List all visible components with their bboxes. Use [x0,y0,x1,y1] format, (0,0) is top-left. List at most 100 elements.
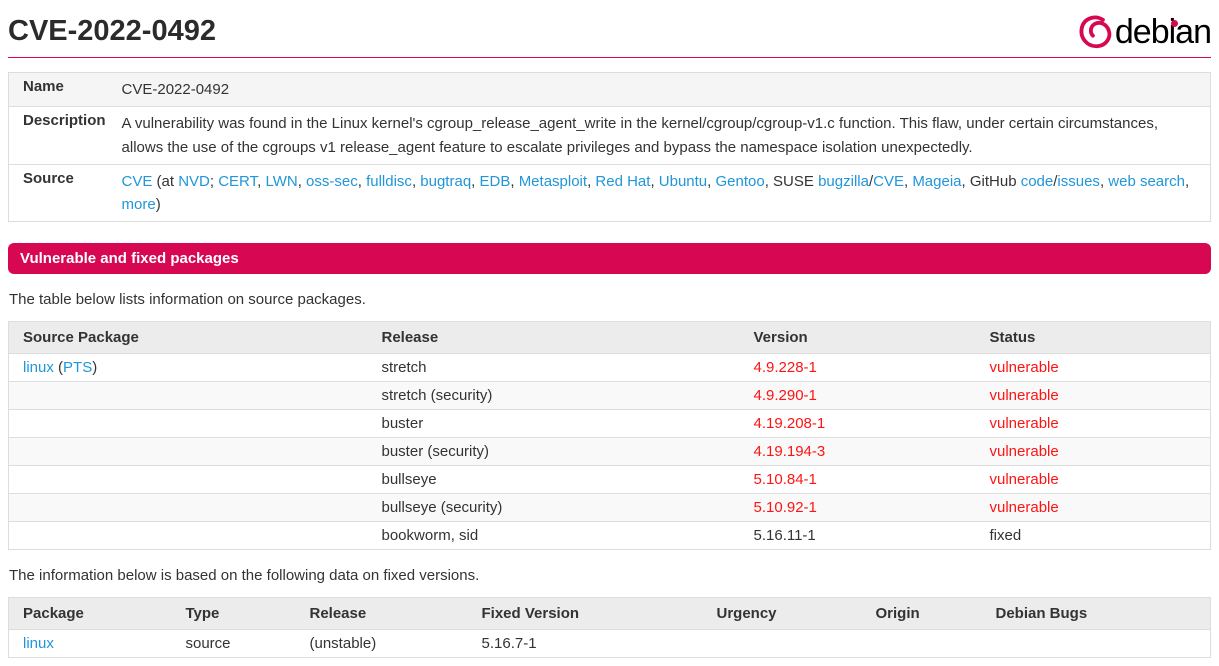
source-link-web-search[interactable]: web search [1108,173,1185,190]
column-header-status: Status [975,321,1211,355]
source-link-more[interactable]: more [122,196,156,213]
details-row-name: Name CVE-2022-0492 [8,72,1211,107]
source-link-edb[interactable]: EDB [480,173,511,190]
cell-release: buster (security) [367,437,740,467]
source-separator-text: , [707,172,716,190]
debian-swirl-icon [1076,12,1114,52]
section-banner-vulnerable-fixed-packages: Vulnerable and fixed packages [8,243,1211,275]
column-header-urgency: Urgency [702,597,862,631]
source-packages-intro: The table below lists information on sou… [9,291,366,309]
source-link-red-hat[interactable]: Red Hat [595,173,650,190]
package-paren-text: ( [53,359,64,377]
source-separator-text: (at [152,172,179,190]
source-link-fulldisc[interactable]: fulldisc [366,173,412,190]
source-package-row: buster 4.19.208-1 vulnerable [8,409,1211,439]
details-value-source: CVE (at NVD; CERT, LWN, oss-sec, fulldis… [114,164,1211,222]
source-link-gentoo[interactable]: Gentoo [716,173,765,190]
details-value-description: A vulnerability was found in the Linux k… [121,115,1159,156]
pts-link[interactable]: PTS [63,359,92,376]
source-package-row: stretch (security) 4.9.290-1 vulnerable [8,381,1211,411]
source-package-row: bullseye 5.10.84-1 vulnerable [8,465,1211,495]
package-paren-text: ) [92,359,98,377]
cell-release: bullseye [367,465,740,495]
cell-source-package [8,409,368,439]
cell-release: bookworm, sid [367,521,740,551]
source-separator-text: , [297,172,307,190]
cell-source-package [8,521,368,551]
cell-version: 4.9.290-1 [739,381,976,411]
cell-status: vulnerable [975,381,1211,411]
details-row-description: Description A vulnerability was found in … [8,107,1211,165]
source-separator-text: , [650,172,659,190]
fixed-versions-intro: The information below is based on the fo… [9,567,480,585]
cell-version: 5.10.92-1 [739,493,976,523]
fixed-version-row: linux source (unstable) 5.16.7-1 [8,629,1211,659]
source-link-bugtraq[interactable]: bugtraq [420,173,471,190]
source-link-lwn[interactable]: LWN [265,173,297,190]
cell-fixed-version: 5.16.7-1 [467,629,703,659]
cell-source-package [8,437,368,467]
cell-release: stretch (security) [367,381,740,411]
source-separator-text: , [1185,172,1190,190]
source-link-ubuntu[interactable]: Ubuntu [659,173,707,190]
source-package-row: bullseye (security) 5.10.92-1 vulnerable [8,493,1211,523]
source-separator-text: , [357,172,367,190]
column-header-type: Type [171,597,296,631]
source-link-oss-sec[interactable]: oss-sec [306,173,358,190]
source-separator-text: , [471,172,480,190]
column-header-source-package: Source Package [8,321,368,355]
source-separator-text: ; [209,172,219,190]
source-link-nvd[interactable]: NVD [178,173,210,190]
cell-origin [861,629,982,659]
cell-version: 4.9.228-1 [739,353,976,383]
cell-status: vulnerable [975,353,1211,383]
column-header-debian-bugs: Debian Bugs [981,597,1211,631]
source-package-row: linux (PTS) stretch 4.9.228-1 vulnerable [8,353,1211,383]
cell-source-package [8,493,368,523]
source-separator-text: , GitHub [961,172,1021,190]
details-label-source: Source [23,169,74,187]
source-link-cve[interactable]: CVE [873,173,904,190]
details-label-name: Name [23,78,64,95]
source-link-cert[interactable]: CERT [218,173,257,190]
cell-status: vulnerable [975,409,1211,439]
page-header: CVE-2022-0492 debian [8,8,1212,57]
package-link-linux[interactable]: linux [23,635,54,652]
fixed-versions-table: Package Type Release Fixed Version Urgency Or… [8,597,1211,659]
source-packages-header-row: Source Package Release Version Status [8,321,1211,355]
cell-release: stretch [367,353,740,383]
details-value-name: CVE-2022-0492 [121,81,230,98]
cell-status: vulnerable [975,493,1211,523]
source-separator-text: ) [155,196,161,213]
debian-logo[interactable]: debian [1076,12,1212,52]
source-link-code[interactable]: code [1021,173,1054,190]
column-header-release: Release [367,321,740,355]
package-link-linux[interactable]: linux [23,359,54,376]
cell-package: linux [8,629,172,659]
cell-status: vulnerable [975,465,1211,495]
column-header-release: Release [295,597,468,631]
cell-source-package [8,465,368,495]
source-separator-text: , [510,172,519,190]
source-link-issues[interactable]: issues [1057,173,1100,190]
cve-details-table: Name CVE-2022-0492 Description A vulnerabil… [8,72,1211,223]
details-label-description: Description [23,112,106,130]
cell-version: 5.10.84-1 [739,465,976,495]
cell-release: buster [367,409,740,439]
debian-logo-text: debian [1114,13,1212,51]
source-link-mageia[interactable]: Mageia [912,173,961,190]
cell-type: source [171,629,296,659]
source-link-cve[interactable]: CVE [122,173,153,190]
cell-version: 4.19.194-3 [739,437,976,467]
column-header-fixed-version: Fixed Version [467,597,703,631]
cell-source-package: linux (PTS) [8,353,368,383]
column-header-package: Package [8,597,172,631]
cell-debian-bugs [981,629,1211,659]
accent-rule [8,57,1211,58]
cell-source-package [8,381,368,411]
column-header-origin: Origin [861,597,982,631]
source-link-metasploit[interactable]: Metasploit [519,173,587,190]
cell-status: vulnerable [975,437,1211,467]
cell-release: bullseye (security) [367,493,740,523]
source-link-bugzilla[interactable]: bugzilla [818,173,869,190]
